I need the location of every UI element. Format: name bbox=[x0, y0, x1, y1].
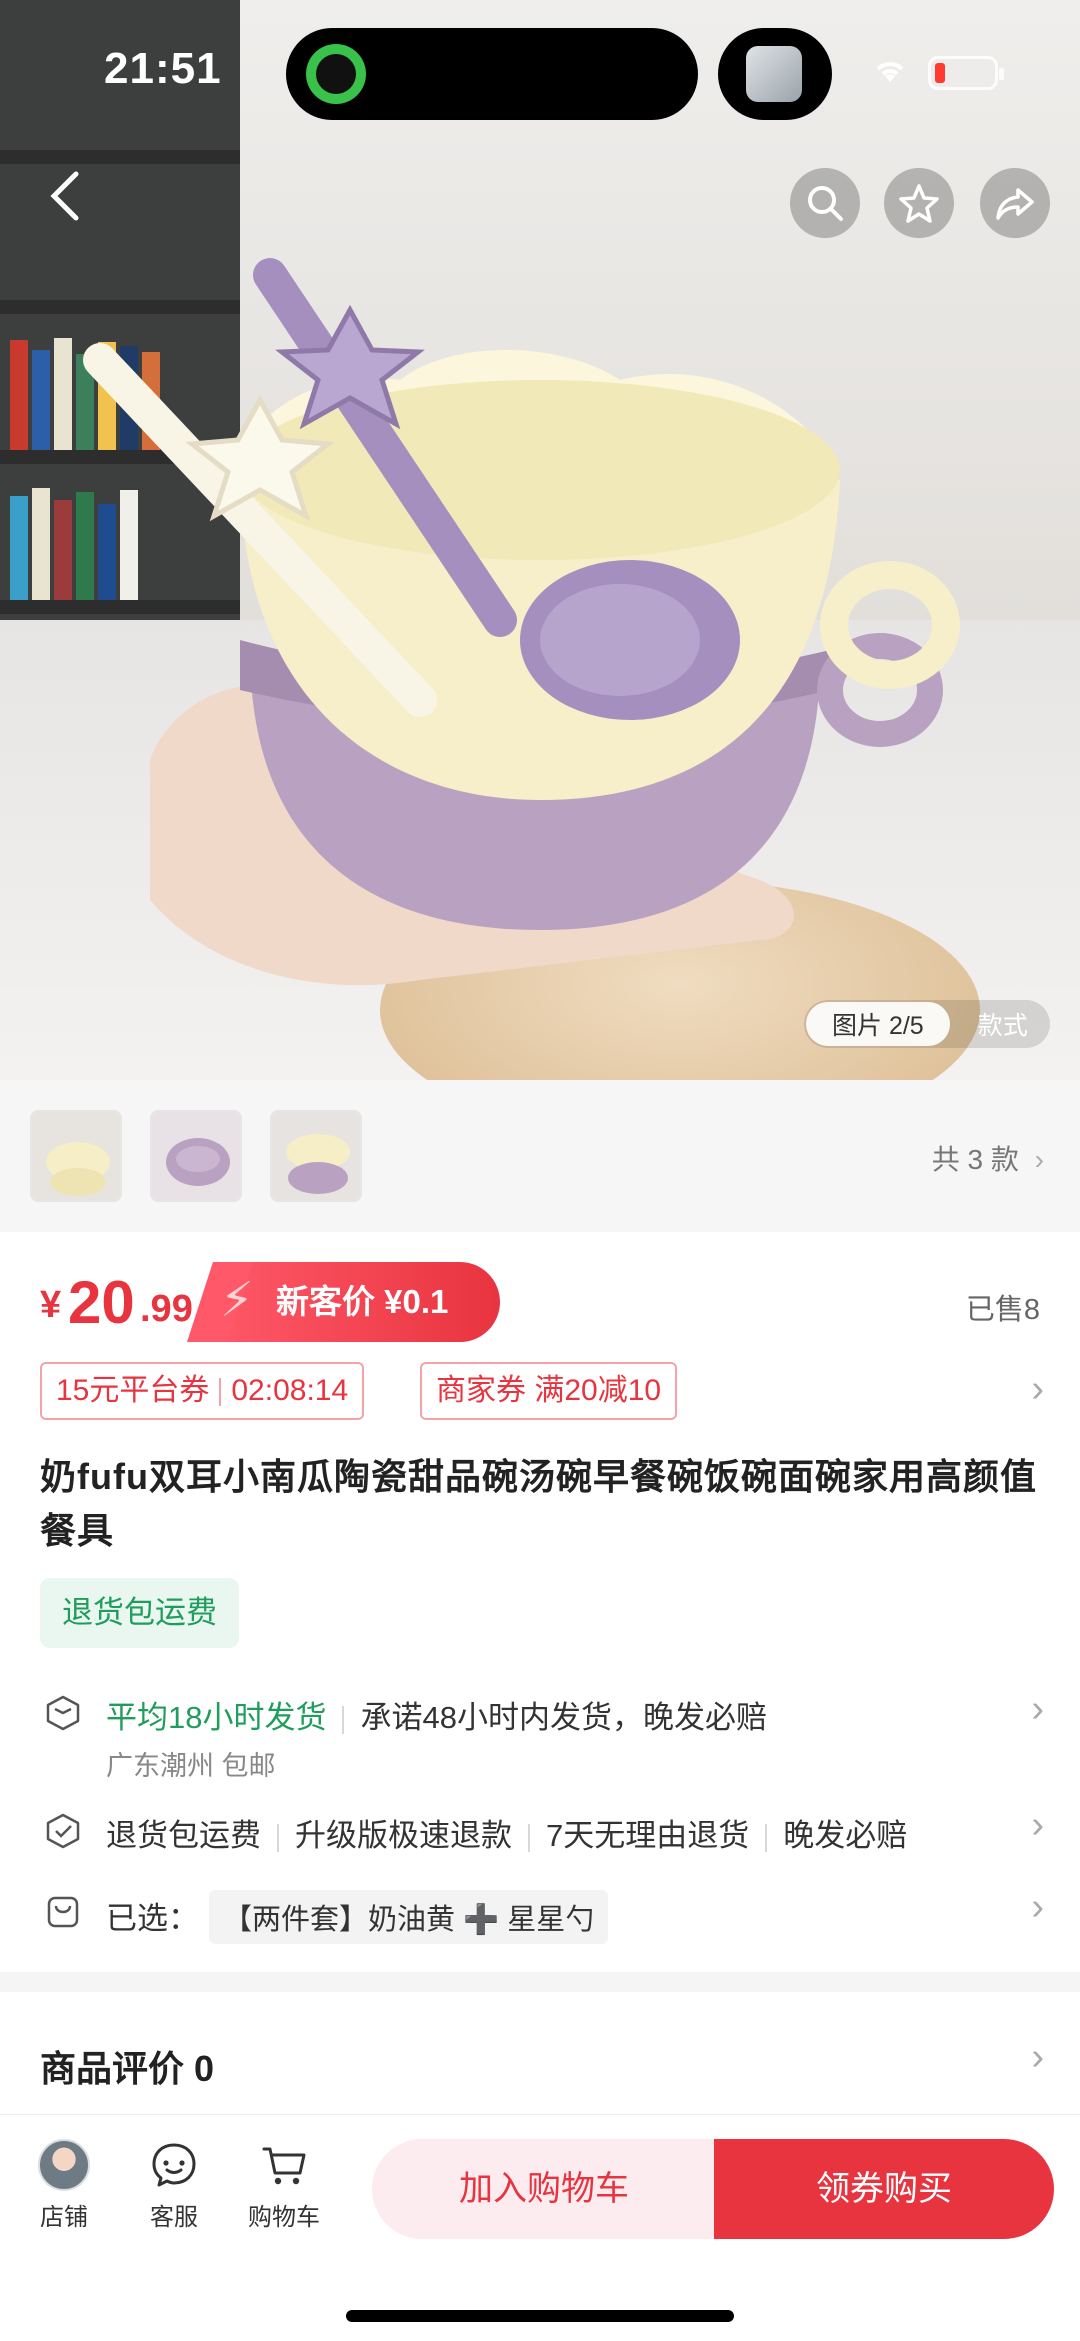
search-icon bbox=[808, 186, 843, 221]
chevron-right-icon: › bbox=[1031, 1368, 1044, 1410]
media-thumbnail-icon bbox=[746, 46, 802, 102]
price-section: ¥ 20 .99 ⚡ 新客价 ¥0.1 已售8 bbox=[0, 1232, 1080, 1362]
coupon-row[interactable]: 15元平台券 02:08:14 商家券 满20减10 › bbox=[0, 1362, 1080, 1422]
section-divider bbox=[0, 1972, 1080, 1992]
search-button[interactable] bbox=[790, 168, 860, 238]
favorite-button[interactable] bbox=[884, 168, 954, 238]
package-icon bbox=[46, 1695, 80, 1731]
price-decimal: .99 bbox=[140, 1288, 193, 1330]
wifi-icon bbox=[872, 56, 908, 95]
add-to-cart-button[interactable]: 加入购物车 bbox=[372, 2139, 716, 2239]
lightning-icon: ⚡ bbox=[220, 1274, 254, 1327]
pager-current[interactable]: 图片 2/5 bbox=[806, 1002, 950, 1046]
cart-icon bbox=[262, 2147, 306, 2185]
variant-thumbnail[interactable] bbox=[30, 1110, 122, 1202]
selected-variant-row[interactable]: 已选： 【两件套】奶油黄 ➕ 星星勺 › bbox=[0, 1880, 1080, 1946]
variant-thumbnails: 共 3 款 › bbox=[0, 1080, 1080, 1232]
dynamic-island-media bbox=[718, 28, 832, 120]
store-button[interactable]: 店铺 bbox=[14, 2139, 114, 2232]
selected-label: 已选： bbox=[106, 1901, 199, 1936]
dynamic-island bbox=[286, 28, 698, 120]
new-customer-price-badge: ⚡ 新客价 ¥0.1 bbox=[214, 1262, 500, 1342]
variant-thumbnail[interactable] bbox=[270, 1110, 362, 1202]
chevron-right-icon: › bbox=[1031, 1886, 1044, 1928]
live-activity-icon bbox=[306, 44, 366, 104]
store-avatar bbox=[38, 2139, 90, 2191]
return-shipping-tag: 退货包运费 bbox=[40, 1578, 239, 1648]
customer-service-button[interactable]: 客服 bbox=[124, 2139, 224, 2232]
ship-origin: 广东潮州 包邮 bbox=[106, 1751, 276, 1781]
guarantee-item: 7天无理由退货 bbox=[546, 1818, 750, 1853]
variant-thumbnail[interactable] bbox=[150, 1110, 242, 1202]
ship-promise: 承诺48小时内发货，晚发必赔 bbox=[360, 1700, 767, 1735]
chevron-right-icon: › bbox=[1031, 1804, 1044, 1846]
cart-button[interactable]: 购物车 bbox=[234, 2139, 334, 2232]
chevron-left-icon bbox=[50, 171, 79, 221]
service-label: 客服 bbox=[150, 2204, 198, 2231]
home-indicator[interactable] bbox=[346, 2310, 734, 2322]
bottom-action-bar: 店铺 客服 购物车 加入购物车 领券购买 bbox=[0, 2114, 1080, 2341]
guarantee-item: 晚发必赔 bbox=[783, 1818, 908, 1853]
merchant-coupon-label: 商家券 满20减10 bbox=[436, 1374, 662, 1407]
share-button[interactable] bbox=[980, 168, 1050, 238]
guarantee-item: 升级版极速退款 bbox=[295, 1818, 512, 1853]
avg-ship-time: 平均18小时发货 bbox=[106, 1700, 327, 1735]
chat-icon bbox=[152, 2143, 196, 2187]
share-icon bbox=[996, 188, 1034, 220]
pager-style-tab[interactable]: 款式 bbox=[950, 1006, 1028, 1042]
variant-count[interactable]: 共 3 款 › bbox=[932, 1138, 1044, 1178]
sold-count: 已售8 bbox=[965, 1294, 1040, 1326]
shopping-bag-icon bbox=[47, 1896, 79, 1928]
platform-coupon-label: 15元平台券 bbox=[56, 1374, 210, 1407]
claim-coupon-buy-button[interactable]: 领券购买 bbox=[714, 2139, 1054, 2239]
new-customer-price: 新客价 ¥0.1 bbox=[276, 1283, 449, 1320]
product-image-gallery[interactable]: 21:51 图片 2/5 款式 bbox=[0, 0, 1080, 1080]
back-button[interactable] bbox=[36, 168, 96, 240]
platform-coupon[interactable]: 15元平台券 02:08:14 bbox=[40, 1362, 365, 1420]
price-currency: ¥ bbox=[40, 1284, 62, 1326]
chevron-right-icon: › bbox=[1031, 1688, 1044, 1730]
status-time: 21:51 bbox=[104, 44, 222, 93]
battery-icon bbox=[928, 56, 1004, 90]
gallery-pager[interactable]: 图片 2/5 款式 bbox=[804, 1000, 1050, 1048]
store-label: 店铺 bbox=[40, 2204, 88, 2231]
status-bar: 21:51 bbox=[0, 0, 1080, 140]
reviews-header[interactable]: 商品评价 0 bbox=[40, 2040, 214, 2092]
guarantee-item: 退货包运费 bbox=[106, 1818, 261, 1853]
shipping-row[interactable]: 平均18小时发货 承诺48小时内发货，晚发必赔 广东潮州 包邮 › bbox=[0, 1688, 1080, 1788]
chevron-right-icon[interactable]: › bbox=[1031, 2036, 1044, 2079]
cart-label: 购物车 bbox=[248, 2204, 320, 2231]
price-integer: 20 bbox=[68, 1269, 135, 1336]
bowl-photo-illustration bbox=[83, 258, 960, 986]
shield-check-icon bbox=[46, 1813, 80, 1849]
guarantee-row[interactable]: 退货包运费 升级版极速退款 7天无理由退货 晚发必赔 › bbox=[0, 1804, 1080, 1868]
chevron-right-icon: › bbox=[1034, 1144, 1044, 1175]
star-icon bbox=[899, 184, 939, 223]
product-title: 奶fufu双耳小南瓜陶瓷甜品碗汤碗早餐碗饭碗面碗家用高颜值餐具 bbox=[40, 1456, 1037, 1551]
merchant-coupon[interactable]: 商家券 满20减10 bbox=[420, 1362, 678, 1420]
selected-value: 【两件套】奶油黄 ➕ 星星勺 bbox=[209, 1890, 609, 1944]
platform-coupon-timer: 02:08:14 bbox=[231, 1374, 349, 1407]
